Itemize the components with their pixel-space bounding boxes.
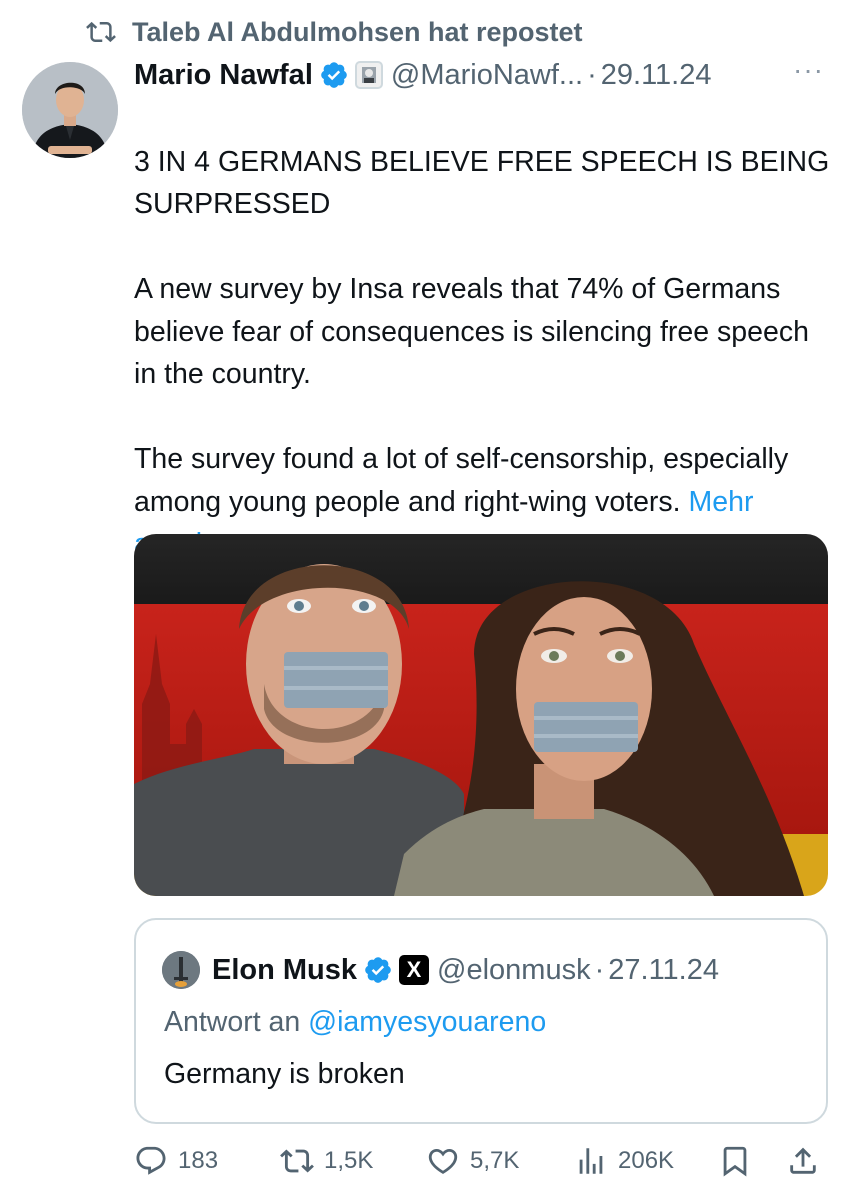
more-options-icon[interactable]: ··· (793, 54, 824, 86)
reply-button[interactable]: 183 (134, 1144, 218, 1178)
like-button[interactable]: 5,7K (426, 1144, 519, 1178)
quoted-tweet-header: Elon Musk X @elonmusk · 27.11.24 (162, 948, 719, 992)
repost-count: 1,5K (324, 1147, 374, 1174)
bookmark-icon (723, 1146, 747, 1177)
repost-indicator[interactable]: Taleb Al Abdulmohsen hat repostet (84, 14, 583, 50)
quoted-author-name[interactable]: Elon Musk (212, 954, 357, 987)
x-affiliate-badge-icon[interactable]: X (399, 955, 430, 985)
reply-count: 183 (178, 1147, 219, 1174)
quoted-author-avatar[interactable] (162, 951, 200, 989)
separator-dot: · (587, 58, 597, 91)
tweet-paragraph-1: A new survey by Insa reveals that 74% of… (134, 273, 809, 390)
verified-badge-icon (321, 62, 347, 88)
quoted-tweet-text: Germany is broken (164, 1058, 405, 1090)
repost-icon (86, 21, 116, 43)
author-name[interactable]: Mario Nawfal (134, 59, 313, 92)
bookmark-button[interactable] (718, 1144, 762, 1178)
reply-to-link[interactable]: @iamyesyouareno (308, 1006, 546, 1038)
reply-prefix: Antwort an (164, 1006, 301, 1038)
tweet-date[interactable]: 29.11.24 (601, 59, 712, 92)
share-icon (790, 1147, 816, 1174)
germany-flag-icon (134, 105, 172, 131)
repost-button[interactable]: 1,5K (280, 1144, 373, 1178)
action-bar: 183 1,5K 5,7K 206K (134, 1138, 834, 1186)
affiliate-badge-icon[interactable] (354, 61, 383, 89)
repost-icon (280, 1149, 314, 1173)
views-icon (579, 1148, 603, 1174)
reply-context: Antwort an @iamyesyouareno (164, 1006, 546, 1039)
quoted-tweet[interactable]: Elon Musk X @elonmusk · 27.11.24 Antwort… (134, 918, 828, 1124)
separator-dot: · (594, 953, 605, 986)
quoted-tweet-date[interactable]: 27.11.24 (608, 954, 719, 987)
quoted-author-handle[interactable]: @elonmusk (437, 954, 591, 987)
tweet-image[interactable] (134, 534, 828, 896)
share-button[interactable] (786, 1144, 830, 1178)
views-button[interactable]: 206K (574, 1144, 674, 1178)
heart-icon (428, 1148, 458, 1174)
tweet-headline (134, 98, 834, 141)
views-count: 206K (618, 1147, 675, 1174)
verified-badge-icon (365, 957, 391, 983)
reply-icon (136, 1146, 166, 1175)
tweet-header: Mario Nawfal @MarioNawf... · 29.11.24 ··… (134, 54, 834, 96)
repost-text: Taleb Al Abdulmohsen hat repostet (132, 16, 583, 47)
tweet-body: 3 IN 4 GERMANS BELIEVE FREE SPEECH IS BE… (134, 98, 834, 566)
like-count: 5,7K (470, 1147, 520, 1174)
author-avatar[interactable] (22, 62, 118, 158)
author-handle[interactable]: @MarioNawf... (391, 59, 583, 92)
